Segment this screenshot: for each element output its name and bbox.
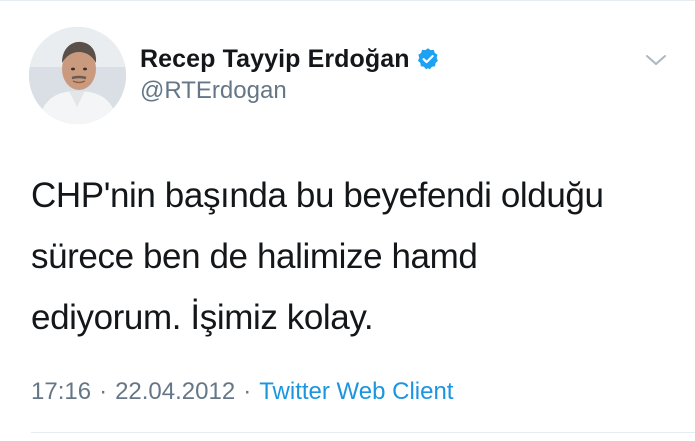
bottom-divider <box>31 432 695 433</box>
top-divider <box>0 0 695 1</box>
tweet-text: CHP'nin başında bu beyefendi olduğu süre… <box>31 176 604 337</box>
author-name-row[interactable]: Recep Tayyip Erdoğan <box>140 41 440 77</box>
tweet-source-link[interactable]: Twitter Web Client <box>259 378 453 406</box>
meta-separator: · <box>243 378 252 405</box>
author-handle[interactable]: @RTErdogan <box>140 77 287 105</box>
avatar[interactable] <box>29 27 126 124</box>
tweet-card: Recep Tayyip Erdoğan @RTErdogan CHP'nin … <box>0 0 695 441</box>
author-display-name[interactable]: Recep Tayyip Erdoğan <box>140 45 410 74</box>
chevron-down-icon[interactable] <box>643 50 669 70</box>
tweet-meta: 17:16 · 22.04.2012 · Twitter Web Client <box>31 378 453 406</box>
avatar-image <box>29 27 126 124</box>
tweet-date[interactable]: 22.04.2012 <box>115 378 235 406</box>
verified-badge-icon <box>416 47 440 71</box>
meta-separator: · <box>99 378 108 405</box>
tweet-time[interactable]: 17:16 <box>31 378 91 406</box>
